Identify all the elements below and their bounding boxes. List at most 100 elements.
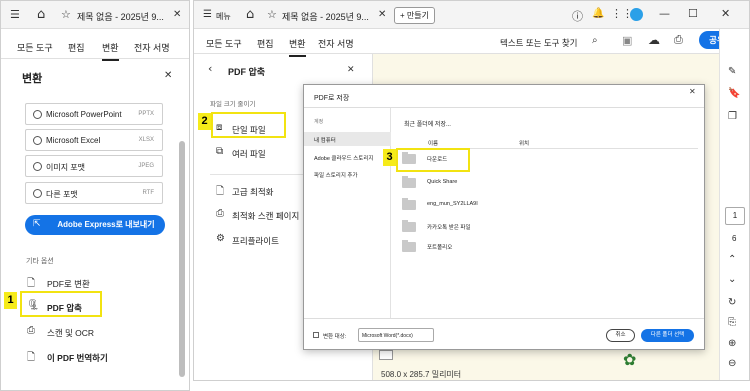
format-option-powerpoint[interactable]: Microsoft PowerPoint PPTX: [25, 103, 163, 125]
recent-folders-label: 최근 폴더에 저장...: [404, 122, 451, 128]
radio-icon: [33, 110, 42, 119]
scan-optimize-icon: ⎙: [216, 208, 224, 219]
radio-icon: [33, 136, 42, 145]
highlight-single-file: [211, 112, 286, 138]
preflight-icon: ⚙: [216, 233, 225, 244]
tab-edit[interactable]: 편집: [68, 41, 85, 54]
compress-panel-title: PDF 압축: [228, 67, 266, 77]
print-icon[interactable]: ⎙: [674, 33, 683, 47]
convert-target-label: 변환 대상:: [323, 334, 347, 340]
left-title-bar: ☰ ⌂ ☆ 제목 없음 - 2025년 9... ✕: [1, 1, 189, 29]
option-scan-ocr[interactable]: ⎙ 스캔 및 OCR: [27, 325, 147, 339]
page-down-icon[interactable]: ⌄: [728, 274, 736, 285]
convert-panel: 변환 ✕ Microsoft PowerPoint PPTX Microsoft…: [13, 61, 185, 386]
star-icon[interactable]: ☆: [267, 8, 277, 21]
page-thumb-icon[interactable]: [379, 350, 393, 360]
nav-header: 계정: [314, 119, 324, 125]
highlight-compress-pdf: [20, 291, 102, 317]
radio-icon: [33, 189, 42, 198]
nav-item-my-computer[interactable]: 내 컴퓨터: [304, 132, 391, 146]
other-options-header: 기타 옵션: [26, 258, 54, 265]
tab-close-icon[interactable]: ✕: [173, 9, 181, 20]
panel-close-icon[interactable]: ✕: [164, 70, 172, 81]
callout-1: 1: [4, 292, 17, 309]
format-option-image[interactable]: 이미지 포맷 JPEG: [25, 155, 163, 177]
dialog-close-icon[interactable]: ✕: [689, 87, 696, 96]
callout-2: 2: [198, 113, 211, 130]
panel-title: 변환: [22, 73, 43, 85]
search-tools-input[interactable]: 텍스트 또는 도구 찾기: [500, 37, 577, 49]
right-tab-title[interactable]: 제목 없음 - 2025년 9...: [282, 10, 369, 23]
format-option-excel[interactable]: Microsoft Excel XLSX: [25, 129, 163, 151]
zoom-out-icon[interactable]: ⊖: [728, 358, 736, 369]
option-translate-pdf[interactable]: 🗋 이 PDF 번역하기: [27, 350, 147, 364]
multiple-files-option[interactable]: ⧉ 여러 파일: [216, 146, 296, 162]
pages-icon[interactable]: ❐: [728, 111, 737, 122]
scan-icon: ⎙: [27, 325, 35, 336]
left-tab-title[interactable]: 제목 없음 - 2025년 9...: [77, 10, 164, 23]
back-chevron-icon[interactable]: ‹: [208, 62, 212, 75]
sidebar-toggle-icon[interactable]: ☰: [10, 8, 20, 21]
save-as-pdf-dialog: PDF로 저장 ✕ 계정 내 컴퓨터 Adobe 클라우드 스토리지 파일 스토…: [303, 84, 705, 350]
highlight-downloads-folder: [396, 148, 470, 172]
folder-row-portfolio[interactable]: 포트폴리오: [397, 238, 697, 256]
home-icon[interactable]: ⌂: [246, 7, 254, 22]
tab-all-tools[interactable]: 모든 도구: [206, 37, 242, 50]
folder-row-quick-share[interactable]: Quick Share: [397, 174, 697, 192]
convert-format-select[interactable]: Microsoft Word(*.docx): [358, 328, 434, 342]
right-tool-strip: ✎ 🔖 ❐ 1 6 ⌃ ⌄ ↻ ⎘ ⊕ ⊖: [719, 29, 749, 380]
avatar[interactable]: [630, 8, 643, 21]
choose-folder-button[interactable]: 다른 폴더 선택: [641, 329, 694, 342]
help-icon[interactable]: ⓘ: [572, 8, 583, 24]
nav-item-add-storage[interactable]: 파일 스토리지 추가: [314, 171, 358, 179]
nav-item-adobe-cloud[interactable]: Adobe 클라우드 스토리지: [314, 154, 373, 162]
export-button-label: Adobe Express로 내보내기: [57, 220, 155, 229]
tab-close-icon[interactable]: ✕: [378, 9, 386, 20]
minimize-icon[interactable]: —: [659, 7, 670, 20]
tab-all-tools[interactable]: 모든 도구: [17, 41, 53, 54]
tab-edit[interactable]: 편집: [257, 37, 274, 50]
home-icon[interactable]: ⌂: [37, 7, 45, 22]
tab-e-sign[interactable]: 전자 서명: [134, 41, 170, 54]
rotate-icon[interactable]: ↻: [728, 297, 736, 308]
convert-target-checkbox[interactable]: [313, 332, 319, 338]
page-up-icon[interactable]: ⌃: [728, 254, 736, 265]
left-scrollbar[interactable]: [179, 141, 185, 377]
save-icon[interactable]: ▣: [622, 34, 632, 47]
callout-3: 3: [383, 149, 396, 166]
page-number-input[interactable]: 1: [725, 207, 745, 225]
menu-icon[interactable]: ☰: [203, 9, 212, 20]
option-convert-to-pdf[interactable]: 🗋 PDF로 변환: [27, 276, 147, 290]
window-close-icon[interactable]: ✕: [721, 7, 730, 20]
reduce-size-header: 파일 크기 줄이기: [210, 101, 256, 108]
bookmark-icon[interactable]: 🔖: [728, 88, 740, 99]
left-acrobat-window: ☰ ⌂ ☆ 제목 없음 - 2025년 9... ✕ 모든 도구 편집 변환 전…: [0, 0, 190, 391]
folder-icon: [402, 176, 416, 188]
multiple-files-icon: ⧉: [216, 146, 224, 157]
folder-icon: [402, 240, 416, 252]
panel-close-icon[interactable]: ✕: [347, 65, 355, 75]
new-tab-button[interactable]: + 만들기: [394, 7, 435, 24]
adobe-express-export-button[interactable]: ⇱ Adobe Express로 내보내기: [25, 215, 165, 235]
optimize-icon: 🗋: [216, 186, 225, 197]
tab-e-sign[interactable]: 전자 서명: [318, 37, 354, 50]
search-icon[interactable]: ⌕: [592, 35, 598, 46]
cancel-button[interactable]: 취소: [606, 329, 635, 342]
format-option-other[interactable]: 다른 포맷 RTF: [25, 182, 163, 204]
notification-bell-icon[interactable]: 🔔: [592, 8, 604, 19]
folder-row-kakaotalk[interactable]: 카카오톡 받은 파일: [397, 218, 697, 236]
folder-row-eng-mun[interactable]: eng_mun_SY2LLA9I: [397, 196, 697, 214]
dialog-nav: 계정 내 컴퓨터 Adobe 클라우드 스토리지 파일 스토리지 추가: [304, 108, 391, 318]
menu-label[interactable]: 메뉴: [216, 11, 231, 22]
export-icon: ⇱: [33, 219, 41, 229]
right-title-bar: ☰ 메뉴 ⌂ ☆ 제목 없음 - 2025년 9... ✕ + 만들기 ⓘ 🔔 …: [194, 1, 749, 29]
star-icon[interactable]: ☆: [61, 8, 71, 21]
cloud-upload-icon[interactable]: ☁: [648, 33, 660, 47]
radio-icon: [33, 162, 42, 171]
comment-icon[interactable]: ✎: [728, 66, 736, 77]
zoom-in-icon[interactable]: ⊕: [728, 338, 736, 349]
maximize-icon[interactable]: ☐: [688, 7, 698, 20]
translate-icon: 🗋: [27, 352, 36, 363]
extract-icon[interactable]: ⎘: [728, 317, 736, 328]
decorative-leaf-icon: ✿: [623, 350, 637, 369]
